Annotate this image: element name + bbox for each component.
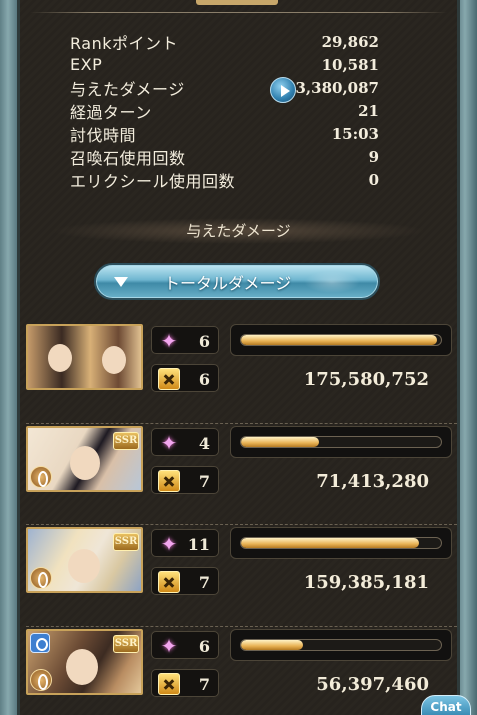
damage-bar-fill — [241, 639, 303, 650]
battle-stats: Rankポイント 29,862 EXP 10,581 与えたダメージ 603,3… — [70, 30, 379, 191]
ougi-icon — [158, 571, 180, 593]
ougi-icon — [158, 368, 180, 390]
character-damage-list: ✦ 6 6 175,580,752 SSR ✦ 4 7 71,413,280 S… — [26, 322, 457, 715]
ornament-tab — [196, 0, 278, 5]
portrait-face — [66, 648, 98, 685]
ougi-count-box: 6 — [151, 364, 219, 392]
damage-value: 175,580,752 — [303, 369, 429, 390]
damage-bar — [230, 425, 452, 458]
ougi-count: 6 — [198, 370, 210, 389]
damage-bar — [230, 527, 452, 559]
skill-count: 11 — [187, 535, 210, 554]
triangle-down-icon — [114, 276, 128, 287]
section-title: 与えたダメージ — [186, 222, 291, 240]
damage-bar-fill — [241, 538, 419, 548]
ougi-count-box: 7 — [151, 668, 219, 697]
button-decoration — [304, 271, 360, 293]
stat-rank-points: Rankポイント 29,862 — [70, 30, 379, 53]
stat-time: 討伐時間 15:03 — [70, 122, 379, 145]
character-portrait[interactable]: SSR — [26, 628, 143, 695]
stat-value: 10,581 — [321, 55, 379, 74]
portrait-face — [70, 445, 100, 480]
stat-value: 9 — [368, 147, 379, 166]
skill-count-box: ✦ 6 — [151, 630, 219, 659]
dark-element-icon — [30, 668, 52, 691]
damage-bar — [230, 628, 452, 661]
skill-count: 4 — [198, 433, 210, 453]
stat-value: 0 — [368, 170, 379, 189]
damage-value: 159,385,181 — [303, 572, 429, 593]
character-portrait[interactable]: SSR — [26, 425, 143, 492]
stat-summon-uses: 召喚石使用回数 9 — [70, 145, 379, 168]
stat-value: 21 — [358, 101, 379, 120]
stat-label: エリクシール使用回数 — [70, 171, 236, 191]
stat-exp: EXP 10,581 — [70, 53, 379, 76]
character-portrait[interactable]: SSR — [26, 527, 143, 593]
stat-label: 討伐時間 — [70, 125, 137, 145]
ssr-badge: SSR — [113, 533, 139, 551]
ougi-icon — [158, 672, 180, 695]
stat-turns: 経過ターン 21 — [70, 99, 379, 122]
skill-count-box: ✦ 4 — [151, 427, 219, 456]
skill-count: 6 — [198, 332, 210, 351]
chat-label: Chat — [430, 700, 462, 714]
portrait-face — [48, 344, 72, 372]
stat-elixir-uses: エリクシール使用回数 0 — [70, 168, 379, 191]
character-row: ✦ 6 6 175,580,752 — [26, 322, 457, 424]
stat-label: 経過ターン — [70, 102, 152, 122]
sparkle-icon: ✦ — [160, 633, 178, 658]
damage-value: 56,397,460 — [316, 673, 429, 695]
sparkle-icon: ✦ — [160, 532, 178, 556]
ougi-count-box: 7 — [151, 465, 219, 494]
stat-label: 召喚石使用回数 — [70, 148, 186, 168]
ougi-icon — [158, 469, 180, 492]
ougi-count: 7 — [198, 674, 210, 694]
stat-value: 15:03 — [331, 124, 379, 143]
stat-value: 29,862 — [321, 32, 379, 51]
ougi-count: 7 — [198, 573, 210, 592]
ring-icon — [30, 632, 50, 653]
skill-count: 6 — [198, 636, 210, 656]
stat-label: 与えたダメージ — [70, 79, 185, 99]
damage-section-header: 与えたダメージ — [50, 218, 427, 244]
portrait-face — [68, 549, 100, 583]
damage-bar-fill — [241, 335, 437, 345]
window-frame-left — [0, 0, 20, 715]
sparkle-icon: ✦ — [160, 329, 178, 353]
character-row: SSR ✦ 4 7 71,413,280 — [26, 424, 457, 525]
skill-count-box: ✦ 11 — [151, 529, 219, 557]
sparkle-icon: ✦ — [160, 430, 178, 455]
skill-count-box: ✦ 6 — [151, 326, 219, 354]
character-portrait[interactable] — [26, 324, 143, 390]
character-row: SSR ✦ 11 7 159,385,181 — [26, 525, 457, 627]
damage-value: 71,413,280 — [316, 470, 429, 492]
dark-element-icon — [30, 567, 52, 589]
top-ornament — [20, 0, 457, 20]
stat-damage-dealt: 与えたダメージ 603,380,087 — [70, 76, 379, 103]
damage-bar-track — [240, 537, 442, 549]
chat-button[interactable]: Chat — [421, 695, 471, 715]
damage-bar-track — [240, 435, 442, 448]
ornament-line — [30, 12, 447, 13]
ougi-count: 7 — [198, 471, 210, 491]
stat-label: Rankポイント — [70, 33, 178, 53]
character-row: SSR ✦ 6 7 56,397,460 — [26, 627, 457, 715]
total-damage-dropdown[interactable]: トータルダメージ — [94, 263, 380, 300]
ssr-badge: SSR — [113, 431, 139, 450]
damage-bar-fill — [241, 436, 319, 447]
stat-label: EXP — [70, 55, 103, 74]
damage-bar-track — [240, 334, 442, 346]
dark-element-icon — [30, 465, 52, 488]
results-panel: Rankポイント 29,862 EXP 10,581 与えたダメージ 603,3… — [20, 0, 457, 715]
ssr-badge: SSR — [113, 634, 139, 653]
damage-bar-track — [240, 638, 442, 651]
portrait-face — [102, 346, 126, 374]
ougi-count-box: 7 — [151, 567, 219, 595]
damage-bar — [230, 324, 452, 356]
dropdown-label: トータルダメージ — [164, 273, 292, 293]
window-frame-right — [457, 0, 477, 715]
